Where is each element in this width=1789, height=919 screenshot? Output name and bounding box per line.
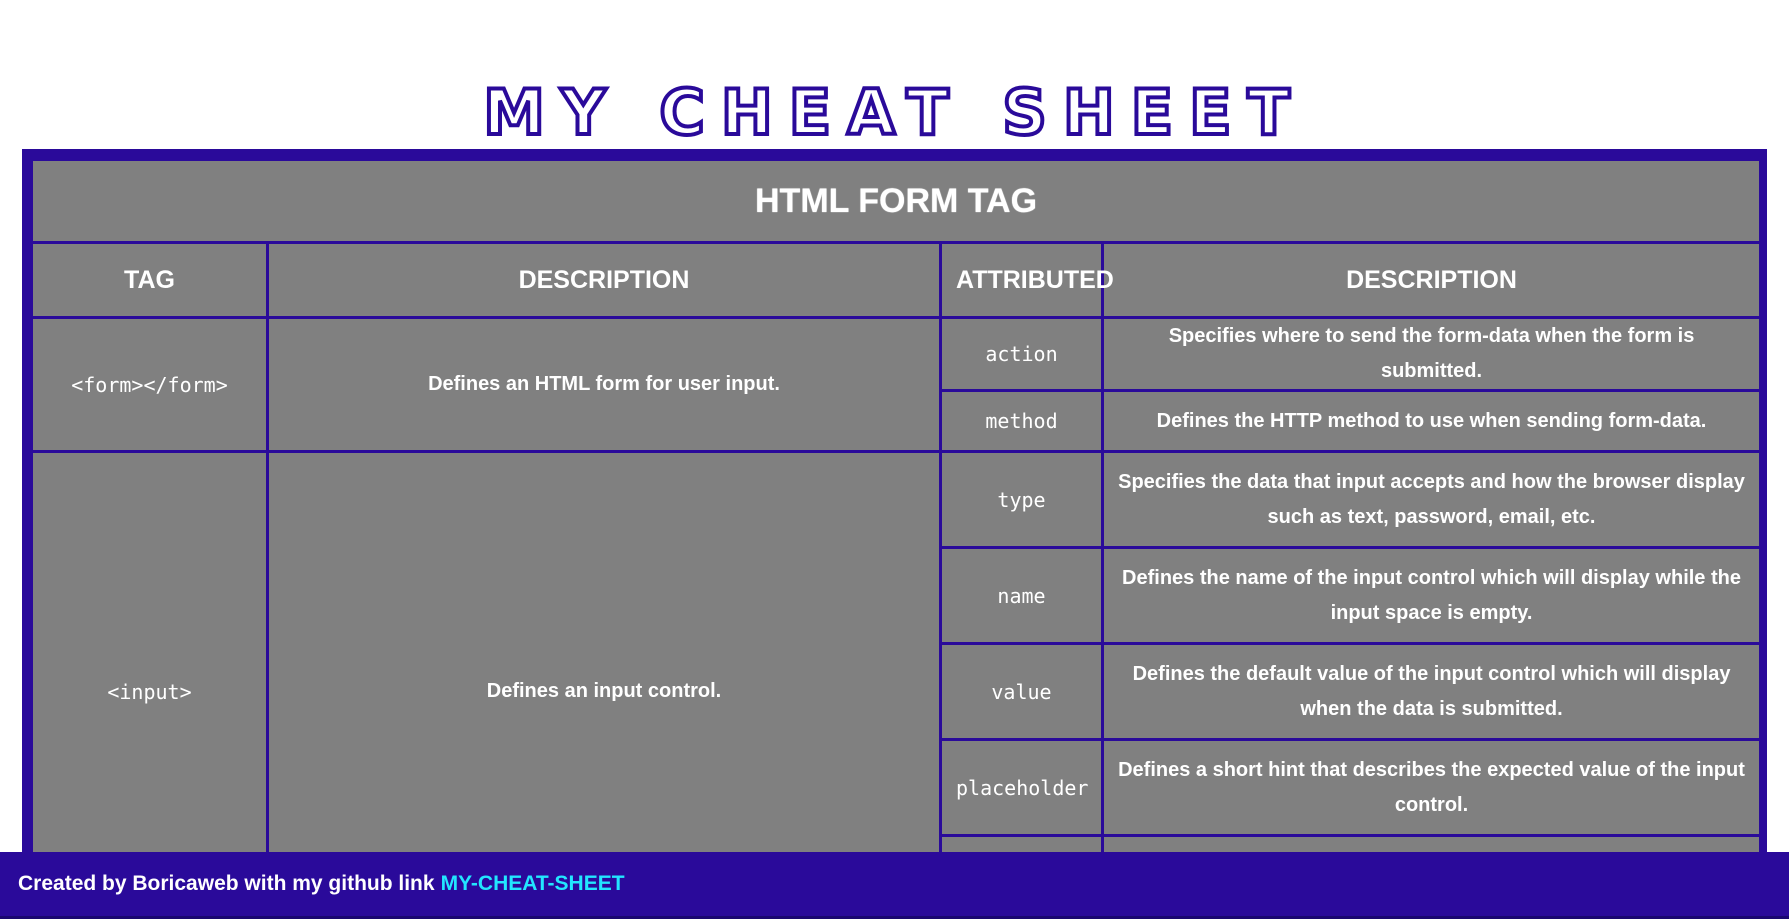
input-tag-cell: <input> [30, 450, 269, 919]
form-tag-cell: <form></form> [30, 316, 269, 453]
attribute-description-cell: Defines the name of the input control wh… [1100, 546, 1763, 645]
page-title: MY CHEAT SHEET [481, 74, 1306, 151]
attribute-description-cell: Specifies the data that input accepts an… [1100, 450, 1763, 549]
form-tag-table: HTML FORM TAG TAG DESCRIPTION ATTRIBUTED… [29, 158, 1763, 919]
header-attr-description: DESCRIPTION [1100, 241, 1763, 319]
cheat-sheet-table-frame: HTML FORM TAG TAG DESCRIPTION ATTRIBUTED… [22, 149, 1767, 919]
attribute-description-cell: Specifies where to send the form-data wh… [1100, 316, 1763, 392]
attribute-name-cell: action [939, 316, 1104, 392]
form-description-cell: Defines an HTML form for user input. [266, 316, 942, 453]
attribute-name-cell: value [939, 642, 1104, 741]
attribute-description-cell: Defines the HTTP method to use when send… [1100, 389, 1763, 453]
attribute-name-cell: method [939, 389, 1104, 453]
attribute-description-cell: Defines a short hint that describes the … [1100, 738, 1763, 837]
attribute-name-cell: placeholder [939, 738, 1104, 837]
header-tag: TAG [30, 241, 269, 319]
footer-text: Created by Boricaweb with my github link [18, 872, 435, 895]
header-description: DESCRIPTION [266, 241, 942, 319]
attribute-name-cell: name [939, 546, 1104, 645]
table-row: <form></form> Defines an HTML form for u… [30, 316, 1763, 453]
input-description-cell: Defines an input control. [266, 450, 942, 919]
page-footer: Created by Boricaweb with my github link… [0, 852, 1789, 919]
github-link[interactable]: MY-CHEAT-SHEET [441, 872, 625, 896]
attribute-name-cell: type [939, 450, 1104, 549]
table-row: <input> Defines an input control. type S… [30, 450, 1763, 919]
header-attributed: ATTRIBUTED [939, 241, 1114, 319]
attribute-description-cell: Defines the default value of the input c… [1100, 642, 1763, 741]
table-caption: HTML FORM TAG [29, 158, 1763, 244]
